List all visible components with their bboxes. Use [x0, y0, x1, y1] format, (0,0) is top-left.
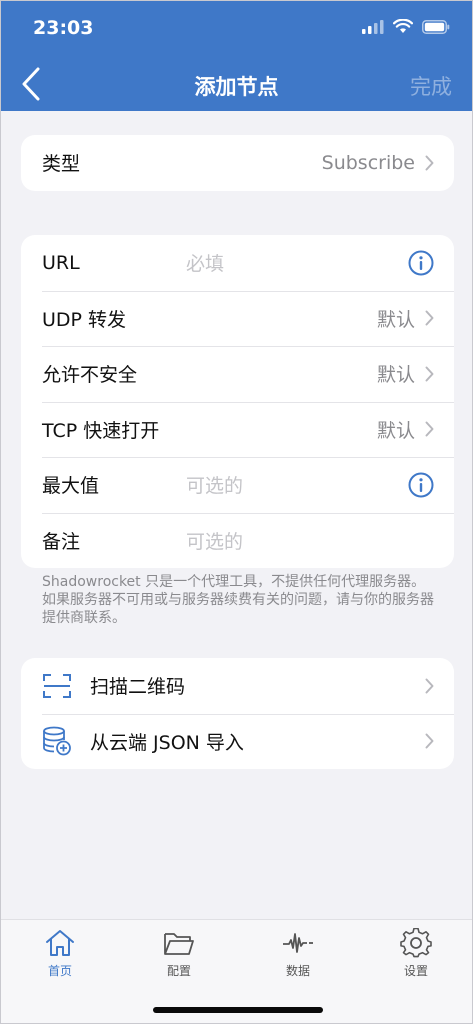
- insecure-row[interactable]: 允许不安全 默认: [21, 346, 454, 402]
- udp-row[interactable]: UDP 转发 默认: [21, 290, 454, 347]
- home-icon: [46, 930, 74, 956]
- chevron-right-icon: [425, 155, 434, 171]
- chevron-right-icon: [425, 733, 434, 749]
- scan-qr-label: 扫描二维码: [90, 676, 186, 699]
- url-label: URL: [42, 251, 80, 274]
- chevron-right-icon: [425, 310, 434, 326]
- tab-settings[interactable]: 设置: [376, 928, 456, 979]
- tab-home-label: 首页: [47, 964, 72, 978]
- status-icons: [362, 18, 450, 38]
- remark-input[interactable]: 可选的: [186, 527, 243, 554]
- chevron-right-icon: [425, 678, 434, 694]
- tab-config[interactable]: 配置: [139, 928, 219, 979]
- url-row[interactable]: URL 必填: [21, 235, 454, 291]
- max-label: 最大值: [42, 475, 100, 498]
- navigation-header: 23:03 添加节点 完成: [1, 1, 472, 111]
- waveform-icon: [283, 933, 313, 953]
- tab-data-label: 数据: [285, 964, 310, 978]
- scan-qr-row[interactable]: 扫描二维码: [21, 658, 454, 714]
- url-input[interactable]: 必填: [186, 249, 224, 276]
- database-add-icon: [42, 726, 72, 756]
- tab-home[interactable]: 首页: [20, 928, 100, 979]
- max-row[interactable]: 最大值 可选的: [21, 457, 454, 513]
- tcp-fast-open-value: 默认: [376, 419, 415, 442]
- tab-data[interactable]: 数据: [258, 928, 338, 979]
- node-form-card: URL 必填 UDP 转发 默认 允许不安全 默认 TCP 快速打开 默认 最大…: [21, 235, 454, 568]
- type-card: 类型 Subscribe: [21, 135, 454, 191]
- insecure-label: 允许不安全: [42, 364, 138, 387]
- folder-icon: [164, 933, 194, 955]
- udp-value: 默认: [376, 308, 415, 331]
- import-json-label: 从云端 JSON 导入: [90, 731, 244, 754]
- udp-label: UDP 转发: [42, 308, 127, 331]
- screen: 23:03 添加节点 完成 类型 Subscribe URL 必填 UDP 转发…: [0, 0, 473, 1024]
- page-title: 添加节点: [194, 75, 279, 99]
- info-icon[interactable]: [408, 472, 434, 498]
- battery-icon: [422, 19, 450, 38]
- type-label: 类型: [42, 153, 81, 176]
- type-value: Subscribe: [321, 151, 415, 174]
- max-input[interactable]: 可选的: [186, 471, 243, 498]
- import-json-row[interactable]: 从云端 JSON 导入: [21, 713, 454, 770]
- gear-icon: [400, 928, 432, 958]
- tcp-fast-open-row[interactable]: TCP 快速打开 默认: [21, 401, 454, 458]
- remark-row[interactable]: 备注 可选的: [21, 512, 454, 569]
- tab-settings-label: 设置: [403, 964, 428, 978]
- wifi-icon: [392, 18, 414, 38]
- signal-icon: [362, 19, 384, 38]
- chevron-right-icon: [425, 366, 434, 382]
- status-time: 23:03: [33, 17, 94, 39]
- tcp-fast-open-label: TCP 快速打开: [42, 419, 160, 442]
- chevron-right-icon: [425, 421, 434, 437]
- remark-label: 备注: [42, 530, 81, 553]
- type-row[interactable]: 类型 Subscribe: [21, 135, 454, 191]
- import-actions-card: 扫描二维码 从云端 JSON 导入: [21, 658, 454, 769]
- done-button[interactable]: 完成: [410, 71, 452, 101]
- tab-config-label: 配置: [166, 964, 191, 978]
- home-indicator: [153, 1007, 323, 1013]
- insecure-value: 默认: [376, 364, 415, 387]
- info-icon[interactable]: [408, 250, 434, 276]
- qr-scan-icon: [42, 671, 72, 701]
- disclaimer-note: Shadowrocket 只是一个代理工具，不提供任何代理服务器。如果服务器不可…: [42, 574, 434, 626]
